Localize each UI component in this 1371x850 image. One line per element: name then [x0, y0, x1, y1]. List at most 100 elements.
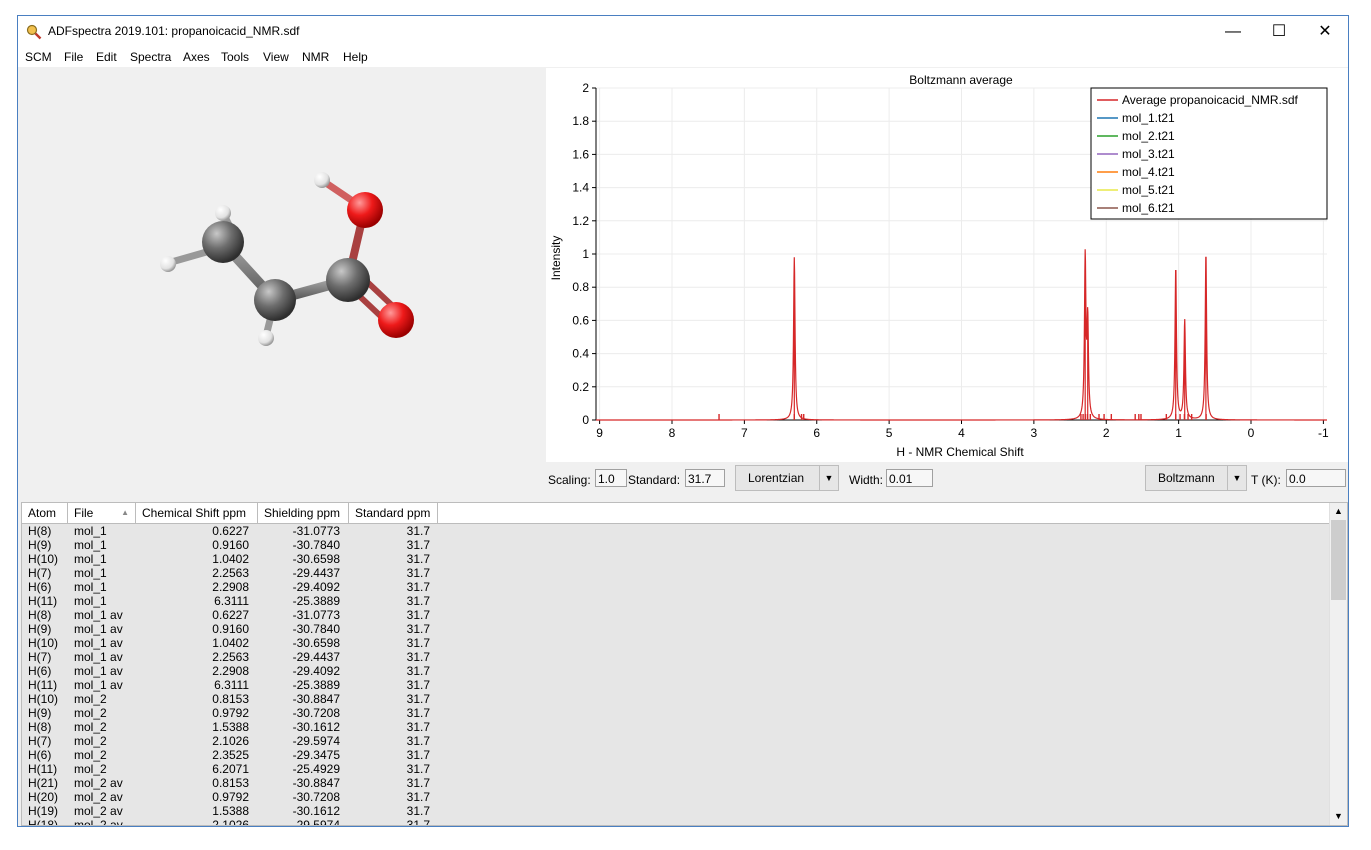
- chart-title: Boltzmann average: [909, 73, 1013, 87]
- legend-entry[interactable]: mol_1.t21: [1122, 111, 1175, 125]
- column-header-chemical-shift[interactable]: Chemical Shift ppm: [136, 503, 258, 523]
- table-row[interactable]: H(8) mol_1 0.6227 -31.0773 31.7: [22, 524, 442, 538]
- table-row[interactable]: H(11) mol_1 av 6.3111 -25.3889 31.7: [22, 678, 442, 692]
- menu-axes[interactable]: Axes: [183, 50, 210, 64]
- title-bar[interactable]: ADFspectra 2019.101: propanoicacid_NMR.s…: [18, 16, 1348, 47]
- table-row[interactable]: H(7) mol_1 av 2.2563 -29.4437 31.7: [22, 650, 442, 664]
- cell-file: mol_1 av: [74, 636, 123, 650]
- cell-shielding: -29.4437: [292, 650, 340, 664]
- menu-nmr[interactable]: NMR: [302, 50, 329, 64]
- maximize-button[interactable]: ☐: [1256, 16, 1302, 47]
- temperature-input[interactable]: 0.0: [1286, 469, 1346, 487]
- table-row[interactable]: H(19) mol_2 av 1.5388 -30.1612 31.7: [22, 804, 442, 818]
- cell-shielding: -31.0773: [292, 524, 340, 538]
- x-tick-label: 1: [1175, 426, 1182, 440]
- legend-entry[interactable]: mol_2.t21: [1122, 129, 1175, 143]
- cell-file: mol_1 av: [74, 664, 123, 678]
- y-tick-label: 1.2: [572, 214, 589, 228]
- column-header-file[interactable]: File ▲: [68, 503, 136, 523]
- legend-entry[interactable]: mol_4.t21: [1122, 165, 1175, 179]
- table-row[interactable]: H(6) mol_1 av 2.2908 -29.4092 31.7: [22, 664, 442, 678]
- legend-entry[interactable]: mol_6.t21: [1122, 201, 1175, 215]
- minimize-button[interactable]: —: [1210, 16, 1256, 47]
- molecule-viewer[interactable]: [18, 68, 540, 493]
- cell-standard: 31.7: [406, 538, 430, 552]
- table-row[interactable]: H(11) mol_1 6.3111 -25.3889 31.7: [22, 594, 442, 608]
- menu-spectra[interactable]: Spectra: [130, 50, 171, 64]
- menu-scm[interactable]: SCM: [25, 50, 52, 64]
- table-header: Atom File ▲ Chemical Shift ppm Shielding …: [22, 503, 1332, 524]
- legend[interactable]: Average propanoicacid_NMR.sdf mol_1.t21mo…: [1090, 87, 1328, 220]
- cell-standard: 31.7: [406, 678, 430, 692]
- legend-entry[interactable]: mol_5.t21: [1122, 183, 1175, 197]
- cell-atom: H(20): [28, 790, 59, 804]
- spectrum-chart[interactable]: Boltzmann average Intensity H - NMR Chem…: [546, 68, 1349, 462]
- cell-chemical-shift: 6.3111: [214, 678, 249, 692]
- hydrogen-atom: [258, 330, 274, 346]
- cell-chemical-shift: 1.0402: [212, 552, 249, 566]
- table-row[interactable]: H(8) mol_1 av 0.6227 -31.0773 31.7: [22, 608, 442, 622]
- close-icon: ✕: [1318, 23, 1332, 40]
- legend-entry[interactable]: mol_3.t21: [1122, 147, 1175, 161]
- hydrogen-atom: [215, 205, 231, 221]
- cell-standard: 31.7: [406, 692, 430, 706]
- width-input[interactable]: 0.01: [886, 469, 933, 487]
- table-row[interactable]: H(6) mol_2 2.3525 -29.3475 31.7: [22, 748, 442, 762]
- table-row[interactable]: H(21) mol_2 av 0.8153 -30.8847 31.7: [22, 776, 442, 790]
- shifts-table[interactable]: Atom File ▲ Chemical Shift ppm Shielding …: [21, 502, 1348, 826]
- scroll-down-icon[interactable]: ▼: [1330, 808, 1347, 825]
- cell-atom: H(6): [28, 580, 52, 594]
- column-header-shielding[interactable]: Shielding ppm: [258, 503, 349, 523]
- menu-file[interactable]: File: [64, 50, 83, 64]
- menu-tools[interactable]: Tools: [221, 50, 249, 64]
- cell-standard: 31.7: [406, 650, 430, 664]
- cell-atom: H(6): [28, 748, 52, 762]
- hydrogen-atom: [160, 256, 176, 272]
- column-header-standard[interactable]: Standard ppm: [349, 503, 438, 523]
- cell-file: mol_1: [74, 594, 107, 608]
- x-tick-label: 4: [958, 426, 965, 440]
- cell-chemical-shift: 0.8153: [212, 692, 249, 706]
- spectrum-plot[interactable]: Boltzmann average Intensity H - NMR Chem…: [546, 68, 1349, 462]
- averaging-select[interactable]: Boltzmann ▼: [1145, 465, 1247, 491]
- table-row[interactable]: H(9) mol_2 0.9792 -30.7208 31.7: [22, 706, 442, 720]
- scrollbar-thumb[interactable]: [1331, 520, 1346, 600]
- cell-standard: 31.7: [406, 608, 430, 622]
- legend-entry[interactable]: Average propanoicacid_NMR.sdf: [1122, 93, 1299, 107]
- cell-shielding: -30.8847: [292, 692, 340, 706]
- dropdown-arrow-icon[interactable]: ▼: [819, 466, 838, 490]
- table-row[interactable]: H(9) mol_1 av 0.9160 -30.7840 31.7: [22, 622, 442, 636]
- table-row[interactable]: H(9) mol_1 0.9160 -30.7840 31.7: [22, 538, 442, 552]
- menu-help[interactable]: Help: [343, 50, 368, 64]
- table-row[interactable]: H(11) mol_2 6.2071 -25.4929 31.7: [22, 762, 442, 776]
- cell-standard: 31.7: [406, 804, 430, 818]
- close-button[interactable]: ✕: [1302, 16, 1348, 47]
- width-label: Width:: [849, 473, 884, 487]
- pane-splitter[interactable]: [18, 494, 1348, 500]
- standard-input[interactable]: 31.7: [685, 469, 725, 487]
- table-row[interactable]: H(10) mol_1 av 1.0402 -30.6598 31.7: [22, 636, 442, 650]
- cell-chemical-shift: 2.1026: [212, 818, 249, 826]
- molecule-structure[interactable]: [18, 68, 540, 493]
- table-row[interactable]: H(7) mol_1 2.2563 -29.4437 31.7: [22, 566, 442, 580]
- table-row[interactable]: H(18) mol_2 av 2.1026 -29.5974 31.7: [22, 818, 442, 826]
- scaling-input[interactable]: 1.0: [595, 469, 627, 487]
- cell-shielding: -30.7208: [292, 706, 340, 720]
- column-header-atom[interactable]: Atom: [22, 503, 68, 523]
- table-row[interactable]: H(10) mol_1 1.0402 -30.6598 31.7: [22, 552, 442, 566]
- table-row[interactable]: H(10) mol_2 0.8153 -30.8847 31.7: [22, 692, 442, 706]
- cell-chemical-shift: 0.6227: [212, 524, 249, 538]
- table-row[interactable]: H(8) mol_2 1.5388 -30.1612 31.7: [22, 720, 442, 734]
- scroll-up-icon[interactable]: ▲: [1330, 503, 1347, 520]
- cell-chemical-shift: 2.2908: [212, 580, 249, 594]
- table-row[interactable]: H(6) mol_1 2.2908 -29.4092 31.7: [22, 580, 442, 594]
- menu-view[interactable]: View: [263, 50, 289, 64]
- table-row[interactable]: H(7) mol_2 2.1026 -29.5974 31.7: [22, 734, 442, 748]
- cell-standard: 31.7: [406, 734, 430, 748]
- table-row[interactable]: H(20) mol_2 av 0.9792 -30.7208 31.7: [22, 790, 442, 804]
- menu-edit[interactable]: Edit: [96, 50, 117, 64]
- dropdown-arrow-icon[interactable]: ▼: [1227, 466, 1246, 490]
- cell-chemical-shift: 1.5388: [212, 720, 249, 734]
- lineshape-select[interactable]: Lorentzian ▼: [735, 465, 839, 491]
- vertical-scrollbar[interactable]: ▲ ▼: [1329, 503, 1347, 825]
